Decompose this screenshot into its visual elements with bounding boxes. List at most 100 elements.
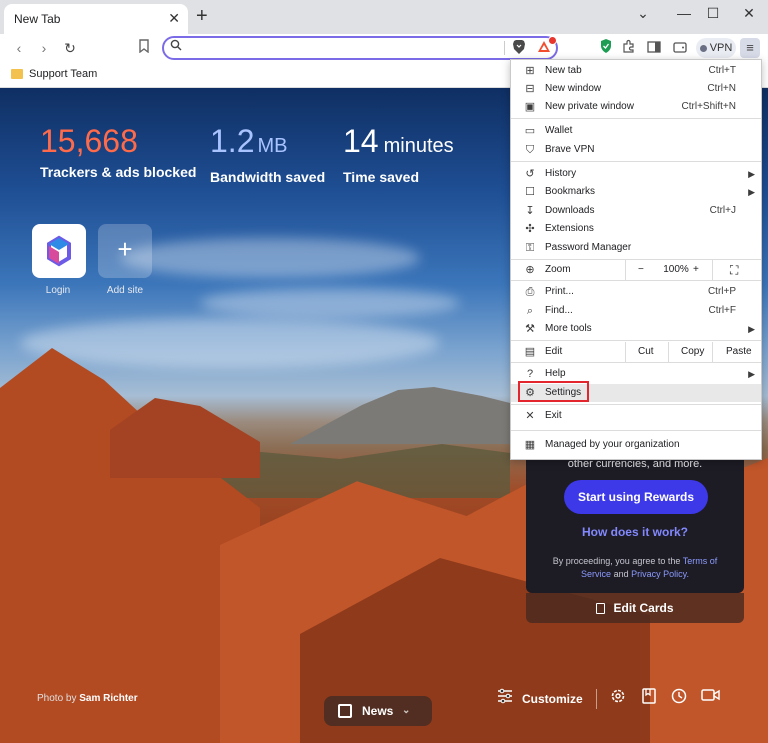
settings-highlight-box — [518, 381, 589, 402]
edit-cards-button[interactable]: Edit Cards — [526, 593, 744, 623]
menu-item-downloads[interactable]: ↧ Downloads Ctrl+J — [511, 202, 761, 220]
zoom-out-button[interactable]: − — [638, 261, 644, 279]
time-value: 14 — [343, 123, 379, 159]
history-icon[interactable] — [670, 687, 692, 709]
reload-icon[interactable]: ↻ — [60, 38, 80, 58]
divider — [712, 260, 713, 280]
menu-separator — [511, 161, 761, 162]
bookmarks-icon[interactable] — [640, 687, 662, 709]
maximize-button[interactable]: ☐ — [698, 4, 728, 22]
history-icon: ↺ — [525, 168, 535, 180]
news-button[interactable]: News ⌄ — [324, 696, 432, 726]
time-unit: minutes — [383, 135, 454, 157]
menu-separator — [511, 404, 761, 405]
back-icon[interactable]: ‹ — [9, 38, 29, 58]
menu-item-extensions[interactable]: ✣ Extensions — [511, 220, 761, 238]
menu-item-new-window[interactable]: ⊟ New window Ctrl+N — [511, 80, 761, 98]
start-rewards-button[interactable]: Start using Rewards — [564, 480, 708, 514]
menu-separator — [511, 280, 761, 281]
chevron-right-icon: ▶ — [748, 324, 755, 334]
wallet-icon[interactable] — [670, 38, 690, 58]
tab-search-icon[interactable]: ⌄ — [628, 4, 658, 22]
menu-item-label: Password Manager — [545, 242, 632, 253]
more-tools-icon: ⚒ — [525, 323, 535, 335]
building-icon: ▦ — [524, 439, 536, 451]
minimize-button[interactable]: — — [669, 4, 699, 22]
photo-credit: Photo by Sam Richter — [37, 693, 138, 704]
microsoft-365-icon — [47, 235, 71, 267]
terms-and: and — [613, 569, 629, 579]
vpn-button[interactable]: VPN — [696, 38, 736, 58]
vpn-shield-icon[interactable] — [596, 38, 616, 59]
menu-item-wallet[interactable]: ▭ Wallet — [511, 122, 761, 140]
bookmark-support-team[interactable]: Support Team — [29, 68, 97, 80]
main-menu-button[interactable]: ≡ — [740, 38, 760, 58]
zoom-in-button[interactable]: + — [693, 261, 699, 279]
address-input[interactable] — [188, 40, 488, 56]
menu-item-label: History — [545, 168, 577, 179]
divider — [625, 260, 626, 280]
address-bar[interactable] — [162, 36, 558, 60]
menu-item-print[interactable]: ⎙ Print... Ctrl+P — [511, 283, 761, 301]
divider — [668, 342, 669, 362]
divider — [625, 342, 626, 362]
menu-item-history[interactable]: ↺ History ▶ — [511, 165, 761, 183]
divider — [596, 689, 597, 709]
menu-item-label: Downloads — [545, 205, 595, 216]
menu-item-brave-vpn[interactable]: ⛉ Brave VPN — [511, 141, 761, 159]
menu-item-label: Brave VPN — [545, 144, 595, 155]
customize-icon[interactable] — [496, 687, 518, 709]
bandwidth-label: Bandwidth saved — [210, 169, 326, 185]
menu-item-label: Edit — [545, 346, 563, 357]
bookmark-page-icon[interactable] — [134, 38, 154, 58]
copy-button[interactable]: Copy — [681, 343, 704, 361]
menu-separator — [511, 118, 761, 119]
cards-icon — [596, 603, 606, 615]
news-label: News — [362, 704, 394, 718]
menu-item-new-private-window[interactable]: ▣ New private window Ctrl+Shift+N — [511, 98, 761, 116]
trackers-blocked-stat: 15,668 Trackers & ads blocked — [40, 122, 196, 180]
extensions-icon[interactable] — [619, 38, 639, 58]
bandwidth-value: 1.2 — [210, 123, 255, 159]
menu-item-find[interactable]: ⌕ Find... Ctrl+F — [511, 302, 761, 320]
photo-credit-author[interactable]: Sam Richter — [79, 693, 137, 704]
top-site-login[interactable] — [32, 224, 86, 278]
rewards-terms: By proceeding, you agree to the Terms of… — [540, 555, 730, 581]
add-site-button[interactable]: + — [98, 224, 152, 278]
fullscreen-button[interactable]: ⛶ — [730, 261, 738, 279]
downloads-icon: ↧ — [525, 205, 535, 217]
menu-item-label: Managed by your organization — [545, 439, 680, 450]
menu-item-new-tab[interactable]: ⊞ New tab Ctrl+T — [511, 62, 761, 80]
forward-icon[interactable]: › — [34, 38, 54, 58]
tab-new-tab[interactable]: New Tab ✕ — [4, 4, 188, 34]
zoom-icon: ⊕ — [525, 264, 535, 276]
new-tab-button[interactable]: + — [196, 4, 208, 28]
exit-icon: ✕ — [525, 410, 535, 422]
gear-icon[interactable] — [609, 687, 631, 709]
close-window-button[interactable]: ✕ — [734, 4, 764, 22]
how-it-works-link[interactable]: How does it work? — [526, 525, 744, 539]
menu-item-managed[interactable]: ▦ Managed by your organization — [511, 436, 761, 454]
menu-item-exit[interactable]: ✕ Exit — [511, 407, 761, 425]
title-bar: New Tab ✕ + ⌄ — ☐ ✕ — [0, 0, 768, 34]
menu-item-more-tools[interactable]: ⚒ More tools ▶ — [511, 320, 761, 338]
chevron-down-icon: ⌄ — [402, 705, 411, 716]
cut-button[interactable]: Cut — [638, 343, 654, 361]
customize-button[interactable]: Customize — [522, 692, 583, 706]
help-icon: ? — [526, 368, 534, 380]
menu-item-bookmarks[interactable]: ☐ Bookmarks ▶ — [511, 183, 761, 201]
menu-item-label: New window — [545, 83, 602, 94]
paste-button[interactable]: Paste — [726, 343, 752, 361]
menu-item-password-manager[interactable]: ⚿ Password Manager — [511, 239, 761, 257]
brave-shields-icon[interactable] — [512, 39, 526, 55]
divider — [712, 342, 713, 362]
menu-item-shortcut: Ctrl+P — [707, 286, 736, 297]
sidebar-icon[interactable] — [644, 38, 664, 58]
video-icon[interactable] — [701, 687, 723, 709]
tab-close-icon[interactable]: ✕ — [168, 10, 180, 27]
menu-item-label: New private window — [545, 101, 634, 112]
vpn-label: VPN — [709, 42, 733, 54]
privacy-link[interactable]: Privacy Policy. — [631, 569, 689, 579]
vpn-shield-icon: ⛉ — [525, 144, 535, 156]
wallet-icon: ▭ — [524, 125, 536, 137]
